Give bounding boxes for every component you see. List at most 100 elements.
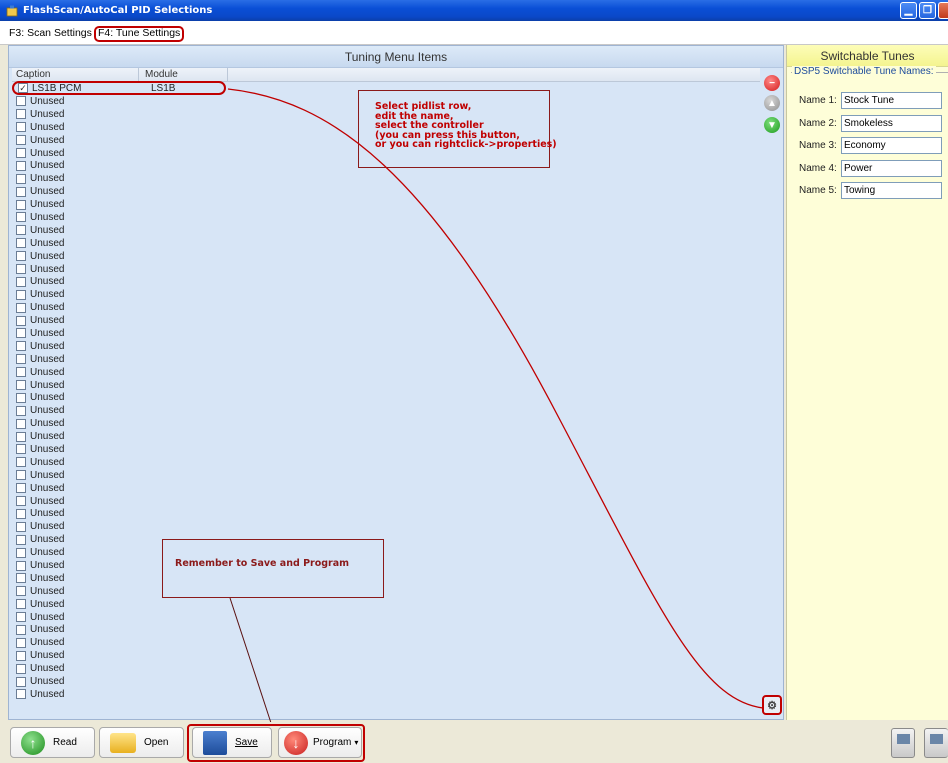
row-checkbox[interactable] — [16, 624, 26, 635]
table-row[interactable]: Unused — [12, 288, 760, 301]
row-checkbox[interactable] — [16, 405, 26, 416]
table-row[interactable]: Unused — [12, 572, 760, 585]
row-checkbox[interactable] — [16, 276, 26, 287]
row-checkbox[interactable] — [16, 637, 26, 648]
row-checkbox[interactable] — [16, 676, 26, 687]
tab-scan-settings[interactable]: F3: Scan Settings — [6, 26, 95, 42]
table-row[interactable]: Unused — [12, 469, 760, 482]
table-row[interactable]: Unused — [12, 624, 760, 637]
row-checkbox[interactable] — [16, 367, 26, 378]
row-checkbox[interactable] — [16, 470, 26, 481]
table-row[interactable]: Unused — [12, 237, 760, 250]
row-checkbox[interactable] — [16, 148, 26, 158]
row-checkbox[interactable] — [16, 264, 26, 275]
calculator-icon[interactable] — [924, 728, 948, 758]
row-checkbox[interactable] — [16, 122, 26, 133]
row-checkbox[interactable] — [16, 392, 26, 403]
table-row[interactable]: Unused — [12, 224, 760, 237]
table-row[interactable]: Unused — [12, 185, 760, 198]
row-checkbox[interactable] — [16, 135, 26, 146]
row-checkbox[interactable] — [16, 496, 26, 507]
table-row[interactable]: Unused — [12, 559, 760, 572]
tune-name-input-2[interactable] — [841, 114, 942, 132]
table-row[interactable]: Unused — [12, 495, 760, 508]
row-checkbox[interactable] — [16, 212, 26, 223]
tune-name-input-3[interactable] — [841, 136, 942, 154]
table-row[interactable]: Unused — [12, 366, 760, 379]
table-row-selected[interactable]: ✓ LS1B PCM LS1B — [12, 81, 226, 95]
table-row[interactable]: Unused — [12, 649, 760, 662]
row-checkbox[interactable] — [16, 457, 26, 468]
row-checkbox[interactable] — [16, 521, 26, 532]
table-row[interactable]: Unused — [12, 636, 760, 649]
table-row[interactable]: Unused — [12, 585, 760, 598]
table-row[interactable]: Unused — [12, 598, 760, 611]
table-row[interactable]: Unused — [12, 611, 760, 624]
row-checkbox[interactable] — [16, 650, 26, 661]
table-row[interactable]: Unused — [12, 327, 760, 340]
minimize-button[interactable]: ▁ — [900, 2, 917, 19]
row-checkbox[interactable] — [16, 341, 26, 352]
row-checkbox[interactable] — [16, 573, 26, 584]
row-checkbox[interactable] — [16, 251, 26, 262]
table-row[interactable]: Unused — [12, 508, 760, 521]
row-checkbox[interactable] — [16, 612, 26, 623]
row-checkbox[interactable] — [16, 199, 26, 210]
row-checkbox[interactable] — [16, 689, 26, 700]
move-up-icon[interactable]: ▲ — [764, 95, 780, 111]
tab-tune-settings[interactable]: F4: Tune Settings — [94, 26, 185, 42]
open-button[interactable]: Open — [99, 727, 184, 758]
row-checkbox[interactable] — [16, 534, 26, 545]
table-row[interactable]: Unused — [12, 662, 760, 675]
row-checkbox[interactable] — [16, 599, 26, 610]
table-row[interactable]: Unused — [12, 391, 760, 404]
table-row[interactable]: Unused — [12, 520, 760, 533]
row-checkbox[interactable] — [16, 354, 26, 365]
tune-name-input-5[interactable] — [841, 181, 942, 199]
tune-name-input-4[interactable] — [841, 159, 942, 177]
table-row[interactable]: Unused — [12, 533, 760, 546]
properties-icon[interactable]: ⚙ — [762, 695, 782, 715]
table-row[interactable]: Unused — [12, 688, 760, 701]
tune-name-input-1[interactable] — [841, 91, 942, 109]
table-row[interactable]: Unused — [12, 443, 760, 456]
table-row[interactable]: Unused — [12, 379, 760, 392]
table-row[interactable]: Unused — [12, 417, 760, 430]
row-checkbox[interactable] — [16, 560, 26, 571]
row-checkbox[interactable] — [16, 380, 26, 391]
table-row[interactable]: Unused — [12, 404, 760, 417]
table-row[interactable]: Unused — [12, 250, 760, 263]
table-row[interactable]: Unused — [12, 314, 760, 327]
table-row[interactable]: Unused — [12, 172, 760, 185]
device-icon[interactable] — [891, 728, 915, 758]
move-down-icon[interactable]: ▼ — [764, 117, 780, 133]
table-row[interactable]: Unused — [12, 546, 760, 559]
row-checkbox[interactable] — [16, 328, 26, 339]
row-checkbox[interactable] — [16, 238, 26, 249]
row-checkbox[interactable] — [16, 483, 26, 494]
row-checkbox[interactable] — [16, 444, 26, 455]
row-checkbox[interactable] — [16, 418, 26, 429]
row-checkbox[interactable] — [16, 173, 26, 184]
remove-icon[interactable]: − — [764, 75, 780, 91]
row-checkbox[interactable] — [16, 547, 26, 558]
row-checkbox[interactable] — [16, 289, 26, 300]
table-row[interactable]: Unused — [12, 211, 760, 224]
row-checkbox[interactable] — [16, 225, 26, 236]
row-checkbox[interactable] — [16, 302, 26, 313]
table-row[interactable]: Unused — [12, 301, 760, 314]
table-row[interactable]: Unused — [12, 675, 760, 688]
row-checkbox[interactable] — [16, 431, 26, 442]
row-checkbox[interactable] — [16, 508, 26, 519]
table-row[interactable]: Unused — [12, 263, 760, 276]
row-checkbox[interactable] — [16, 586, 26, 597]
table-row[interactable]: Unused — [12, 340, 760, 353]
table-row[interactable]: Unused — [12, 198, 760, 211]
close-button[interactable] — [938, 2, 948, 19]
read-button[interactable]: ↑ Read — [10, 727, 95, 758]
row-checkbox[interactable] — [16, 109, 26, 120]
row-checkbox[interactable] — [16, 160, 26, 171]
table-row[interactable]: Unused — [12, 456, 760, 469]
row-checkbox[interactable] — [16, 315, 26, 326]
row-checkbox[interactable] — [16, 96, 26, 107]
